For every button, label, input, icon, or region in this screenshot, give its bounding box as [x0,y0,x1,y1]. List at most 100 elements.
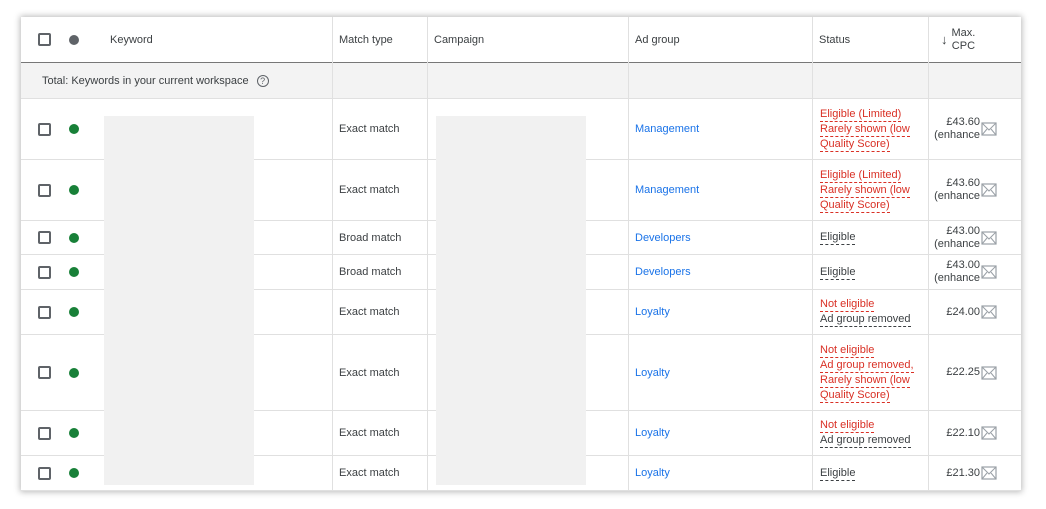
image-placeholder-icon[interactable] [981,230,997,245]
enabled-status-dot-icon[interactable] [69,307,79,317]
status-text[interactable]: Rarely shown (low [820,183,910,198]
enabled-status-dot-icon[interactable] [69,367,79,378]
image-placeholder-icon[interactable] [981,365,997,380]
campaign-column-header[interactable]: Campaign [434,17,484,62]
enabled-status-dot-icon[interactable] [69,124,79,134]
row-checkbox[interactable] [38,265,51,279]
status-cell: Not eligible Ad group removed [820,411,911,455]
status-text[interactable]: Ad group removed [820,312,911,327]
status-text[interactable]: Quality Score) [820,388,890,403]
status-text[interactable]: Rarely shown (low [820,122,910,137]
table-header: Keyword Match type Campaign Ad group Sta… [21,17,1021,63]
status-text[interactable]: Quality Score) [820,137,890,152]
keyword-column-header[interactable]: Keyword [110,17,153,62]
max-cpc-cell[interactable]: £22.25 [928,335,980,410]
help-icon[interactable]: ? [256,74,269,87]
ad-group-cell: Management [635,160,699,220]
image-placeholder-icon[interactable] [981,183,997,197]
status-text[interactable]: Not eligible [820,343,875,358]
cpc-value: £22.25 [946,366,980,378]
enabled-status-dot-icon[interactable] [69,267,79,277]
enabled-status-dot-icon[interactable] [69,468,79,478]
status-text[interactable]: Eligible [820,230,856,245]
cpc-image-icon-cell [981,335,997,410]
max-cpc-cell[interactable]: £43.00 (enhance [928,221,980,254]
status-text[interactable]: Eligible [820,466,856,481]
row-checkbox[interactable] [38,305,51,319]
row-status-dot-cell [69,456,79,490]
ad-group-cell: Loyalty [635,290,670,334]
cpc-image-icon-cell [981,290,997,334]
select-all-checkbox[interactable] [38,33,51,46]
row-checkbox[interactable] [38,231,51,244]
column-divider [427,17,428,491]
max-cpc-cell[interactable]: £24.00 [928,290,980,334]
sort-descending-icon: ↓ [941,32,948,47]
totals-row: Total: Keywords in your current workspac… [21,63,1021,99]
redacted-campaign-area [436,116,586,485]
row-checkbox[interactable] [38,426,51,440]
ad-group-link[interactable]: Developers [635,232,691,244]
match-type-text: Broad match [339,231,402,244]
max-cpc-header-line1: Max. [951,26,976,39]
match-type-text: Exact match [339,184,400,196]
ad-group-link[interactable]: Loyalty [635,367,670,379]
status-cell: Eligible (Limited) Rarely shown (low Quali… [820,160,910,220]
row-select-cell [38,411,51,455]
row-checkbox[interactable] [38,366,51,379]
status-cell: Eligible [820,255,856,289]
row-checkbox[interactable] [38,466,51,480]
status-text[interactable]: Ad group removed, [820,358,914,373]
match-type-text: Exact match [339,306,400,318]
image-placeholder-icon[interactable] [981,426,997,440]
column-divider [628,17,629,491]
ad-group-link[interactable]: Management [635,123,699,135]
image-placeholder-icon[interactable] [981,265,997,279]
row-checkbox[interactable] [38,183,51,197]
enabled-status-dot-icon[interactable] [69,232,79,243]
match-type-header-label: Match type [339,33,393,46]
match-type-text: Exact match [339,123,400,135]
row-select-cell [38,290,51,334]
status-text[interactable]: Rarely shown (low [820,373,910,388]
row-checkbox[interactable] [38,122,51,136]
image-placeholder-icon[interactable] [981,122,997,136]
match-type-cell: Broad match [339,255,401,289]
status-text-column-header[interactable]: Status [819,17,850,62]
max-cpc-cell[interactable]: £21.30 [928,456,980,490]
match-type-column-header[interactable]: Match type [339,17,393,62]
max-cpc-cell[interactable]: £22.10 [928,411,980,455]
status-text[interactable]: Eligible (Limited) [820,107,902,122]
match-type-text: Exact match [339,366,400,379]
ad-group-column-header[interactable]: Ad group [635,17,680,62]
enabled-status-dot-icon[interactable] [69,185,79,195]
column-divider [332,17,333,491]
status-cell: Eligible [820,456,856,490]
status-text[interactable]: Quality Score) [820,198,890,213]
image-placeholder-icon[interactable] [981,466,997,480]
campaign-header-label: Campaign [434,33,485,46]
cpc-image-icon-cell [981,411,997,455]
status-text[interactable]: Ad group removed [820,433,911,448]
ad-group-cell: Loyalty [635,456,670,490]
ad-group-link[interactable]: Management [635,184,699,196]
ad-group-link[interactable]: Loyalty [635,427,670,439]
max-cpc-cell[interactable]: £43.60 (enhance [928,160,980,220]
enabled-status-dot-icon[interactable] [69,428,79,438]
status-text[interactable]: Eligible (Limited) [820,168,902,183]
image-placeholder-icon[interactable] [981,305,997,319]
status-cell: Not eligible Ad group removed, Rarely show… [820,335,914,410]
row-select-cell [38,221,51,254]
max-cpc-cell[interactable]: £43.60 (enhance [928,99,980,159]
status-text[interactable]: Eligible [820,265,856,280]
ad-group-link[interactable]: Loyalty [635,467,670,479]
ad-group-link[interactable]: Loyalty [635,306,670,318]
ad-group-link[interactable]: Developers [635,266,691,278]
status-dot-icon[interactable] [69,34,79,45]
max-cpc-column-header[interactable]: ↓ Max. CPC [941,17,1011,62]
max-cpc-cell[interactable]: £43.00 (enhance [928,255,980,289]
status-text[interactable]: Not eligible [820,418,875,433]
status-text[interactable]: Not eligible [820,297,875,312]
column-divider [928,17,929,491]
ad-group-cell: Loyalty [635,335,670,410]
